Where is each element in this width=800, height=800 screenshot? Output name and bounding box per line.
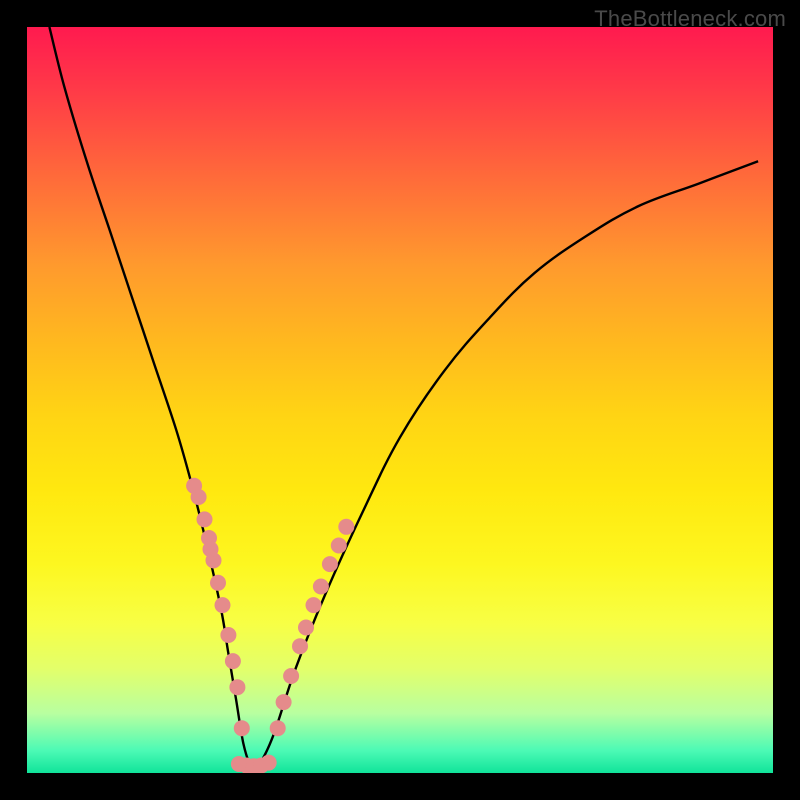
data-point	[322, 556, 338, 572]
data-point	[313, 579, 329, 595]
data-point	[234, 720, 250, 736]
data-point	[292, 638, 308, 654]
data-point	[215, 597, 231, 613]
data-point	[298, 620, 314, 636]
data-point	[276, 694, 292, 710]
data-point	[229, 679, 245, 695]
data-point	[261, 755, 277, 771]
data-point	[203, 541, 219, 557]
chart-overlay	[27, 27, 773, 773]
data-points	[186, 478, 354, 773]
data-point	[197, 511, 213, 527]
data-point	[225, 653, 241, 669]
data-point	[186, 478, 202, 494]
data-point	[306, 597, 322, 613]
data-point	[283, 668, 299, 684]
data-point	[210, 575, 226, 591]
bottleneck-curve	[49, 27, 758, 769]
watermark-text: TheBottleneck.com	[594, 6, 786, 32]
data-point	[270, 720, 286, 736]
data-point	[331, 538, 347, 554]
data-point	[220, 627, 236, 643]
data-point	[338, 519, 354, 535]
